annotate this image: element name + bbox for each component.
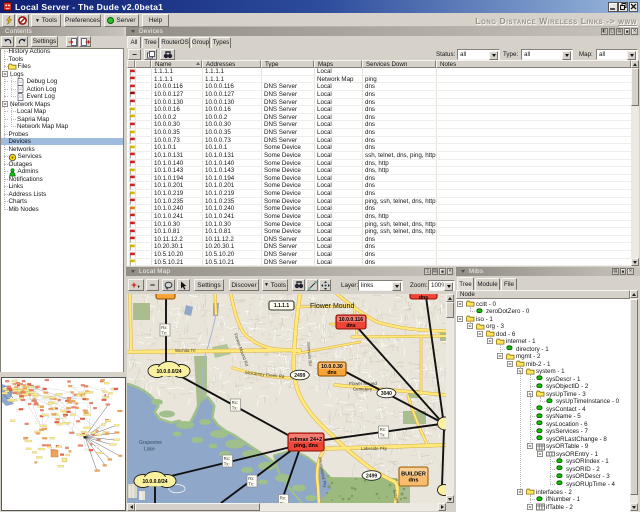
svg-text:Wichita Trl: Wichita Trl [175,348,196,353]
svg-text:BUILDER: BUILDER [401,471,426,477]
svg-text:Rx:: Rx: [232,400,238,405]
svg-text:10.0.0.0/24: 10.0.0.0/24 [142,479,167,485]
svg-text:Lakeside Pky: Lakeside Pky [361,446,388,451]
svg-text:Rx:: Rx: [224,456,230,461]
svg-text:dns: dns [409,478,419,484]
svg-text:Tx:: Tx: [232,406,238,411]
svg-text:Rx:: Rx: [161,325,167,330]
svg-text:10.0.0.0/24: 10.0.0.0/24 [156,369,181,375]
svg-text:ping, dns: ping, dns [294,443,318,449]
svg-text:Rx:: Rx: [280,496,286,501]
svg-text:Rx:: Rx: [380,427,386,432]
svg-text:Rx:: Rx: [248,476,254,481]
svg-text:Tx:: Tx: [380,433,386,438]
svg-text:dns: dns [327,370,336,376]
svg-text:Cemetery: Cemetery [353,387,373,392]
svg-text:2499: 2499 [294,373,305,379]
svg-text:3040: 3040 [381,391,392,397]
svg-text:Lake: Lake [144,447,155,453]
svg-text:Grapevine: Grapevine [139,440,162,446]
svg-text:dns: dns [419,295,428,301]
svg-text:Flower Mound: Flower Mound [310,303,354,310]
svg-text:edimax 24+2: edimax 24+2 [290,437,322,443]
svg-text:Tx:: Tx: [248,482,254,487]
svg-text:2499: 2499 [366,474,377,480]
svg-text:dns: dns [346,323,355,329]
svg-text:1.1.1.1: 1.1.1.1 [274,303,290,309]
svg-text:Tx:: Tx: [161,331,167,336]
svg-text:Tx:: Tx: [224,462,230,467]
